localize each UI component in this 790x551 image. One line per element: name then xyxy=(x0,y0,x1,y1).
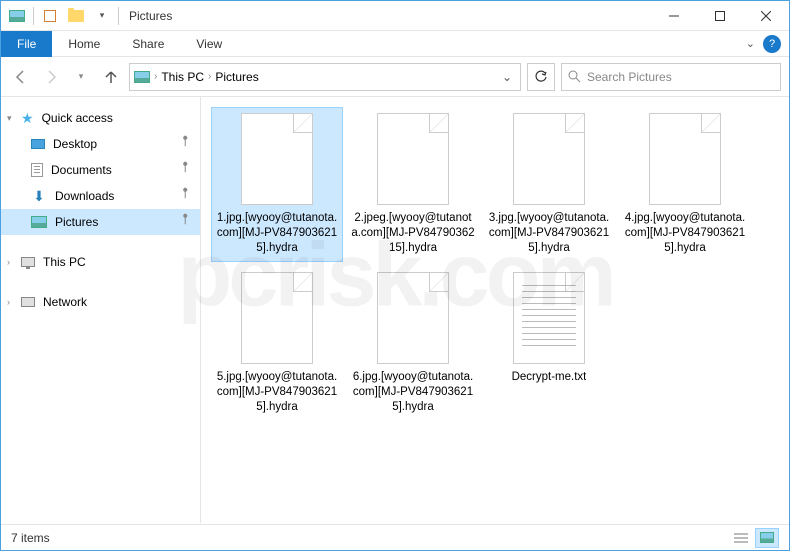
window-controls xyxy=(651,1,789,31)
star-icon: ★ xyxy=(21,110,34,127)
sidebar-item-pictures[interactable]: Pictures xyxy=(1,209,200,235)
file-item[interactable]: 6.jpg.[wyooy@tutanota.com][MJ-PV84790362… xyxy=(347,266,479,421)
file-thumbnail-icon xyxy=(241,272,313,364)
address-dropdown-icon[interactable]: ⌄ xyxy=(498,70,516,84)
file-name: 6.jpg.[wyooy@tutanota.com][MJ-PV84790362… xyxy=(351,370,475,415)
content-pane[interactable]: 1.jpg.[wyooy@tutanota.com][MJ-PV84790362… xyxy=(201,97,789,523)
details-view-button[interactable] xyxy=(729,528,753,548)
file-thumbnail-icon xyxy=(513,272,585,364)
recent-dropdown-icon[interactable]: ▾ xyxy=(69,65,93,89)
file-thumbnail-icon xyxy=(377,272,449,364)
file-grid: 1.jpg.[wyooy@tutanota.com][MJ-PV84790362… xyxy=(211,107,779,421)
nav-toolbar: ▾ › This PC › Pictures ⌄ Search Pictures xyxy=(1,57,789,97)
title-bar: ▾ Pictures xyxy=(1,1,789,31)
maximize-button[interactable] xyxy=(697,1,743,31)
sidebar-quick-access[interactable]: ▾ ★ Quick access xyxy=(1,105,200,131)
refresh-button[interactable] xyxy=(527,63,555,91)
sidebar-item-label: This PC xyxy=(43,255,86,269)
search-icon xyxy=(568,70,581,83)
tab-view[interactable]: View xyxy=(180,31,238,57)
thumbnails-view-button[interactable] xyxy=(755,528,779,548)
quick-access-toolbar: ▾ xyxy=(1,4,125,28)
search-input[interactable]: Search Pictures xyxy=(561,63,781,91)
sidebar-item-documents[interactable]: Documents xyxy=(1,157,200,183)
sidebar-item-label: Desktop xyxy=(53,137,97,151)
ribbon: File Home Share View ⌄ ? xyxy=(1,31,789,57)
sidebar-this-pc[interactable]: › This PC xyxy=(1,249,200,275)
pin-icon xyxy=(176,185,198,207)
item-count: 7 items xyxy=(11,531,50,545)
search-placeholder: Search Pictures xyxy=(587,70,672,84)
file-name: 4.jpg.[wyooy@tutanota.com][MJ-PV84790362… xyxy=(623,211,747,256)
pin-icon xyxy=(176,211,198,233)
sidebar-network[interactable]: › Network xyxy=(1,289,200,315)
file-thumbnail-icon xyxy=(513,113,585,205)
file-name: 1.jpg.[wyooy@tutanota.com][MJ-PV84790362… xyxy=(215,211,339,256)
pin-icon xyxy=(176,159,198,181)
docs-icon xyxy=(31,163,43,177)
breadcrumb-pictures[interactable]: Pictures xyxy=(215,70,258,84)
network-icon xyxy=(21,297,35,307)
address-bar[interactable]: › This PC › Pictures ⌄ xyxy=(129,63,521,91)
file-thumbnail-icon xyxy=(649,113,721,205)
minimize-button[interactable] xyxy=(651,1,697,31)
pc-icon xyxy=(21,257,35,267)
file-thumbnail-icon xyxy=(377,113,449,205)
ribbon-expand-icon[interactable]: ⌄ xyxy=(746,37,755,50)
file-tab[interactable]: File xyxy=(1,31,52,57)
sidebar-item-label: Documents xyxy=(51,163,112,177)
navigation-pane: ▾ ★ Quick access Desktop Documents ⬇ Downlo… xyxy=(1,97,201,523)
file-item[interactable]: 1.jpg.[wyooy@tutanota.com][MJ-PV84790362… xyxy=(211,107,343,262)
download-icon: ⬇ xyxy=(31,188,47,204)
file-name: Decrypt-me.txt xyxy=(512,370,587,385)
file-item[interactable]: Decrypt-me.txt xyxy=(483,266,615,421)
file-name: 2.jpeg.[wyooy@tutanota.com][MJ-PV8479036… xyxy=(351,211,475,256)
file-name: 5.jpg.[wyooy@tutanota.com][MJ-PV84790362… xyxy=(215,370,339,415)
tab-share[interactable]: Share xyxy=(116,31,180,57)
file-thumbnail-icon xyxy=(241,113,313,205)
chevron-right-icon[interactable]: › xyxy=(154,71,157,82)
chevron-right-icon[interactable]: › xyxy=(7,297,10,307)
properties-icon[interactable] xyxy=(38,4,62,28)
chevron-right-icon[interactable]: › xyxy=(7,257,10,267)
window-title: Pictures xyxy=(129,9,172,23)
explorer-icon[interactable] xyxy=(5,4,29,28)
breadcrumb-this-pc[interactable]: This PC xyxy=(161,70,204,84)
status-bar: 7 items xyxy=(1,524,789,550)
chevron-down-icon[interactable]: ▾ xyxy=(7,113,12,124)
new-folder-icon[interactable] xyxy=(64,4,88,28)
file-item[interactable]: 2.jpeg.[wyooy@tutanota.com][MJ-PV8479036… xyxy=(347,107,479,262)
sidebar-item-downloads[interactable]: ⬇ Downloads xyxy=(1,183,200,209)
pin-icon xyxy=(176,133,198,155)
file-item[interactable]: 5.jpg.[wyooy@tutanota.com][MJ-PV84790362… xyxy=(211,266,343,421)
sidebar-item-desktop[interactable]: Desktop xyxy=(1,131,200,157)
sidebar-item-label: Network xyxy=(43,295,87,309)
desktop-icon xyxy=(31,139,45,149)
body: ▾ ★ Quick access Desktop Documents ⬇ Downlo… xyxy=(1,97,789,523)
sidebar-item-label: Quick access xyxy=(42,111,113,125)
sidebar-item-label: Pictures xyxy=(55,215,98,229)
help-icon[interactable]: ? xyxy=(763,35,781,53)
pictures-icon xyxy=(31,216,47,228)
tab-home[interactable]: Home xyxy=(52,31,116,57)
chevron-right-icon[interactable]: › xyxy=(208,71,211,82)
location-icon xyxy=(134,71,150,83)
close-button[interactable] xyxy=(743,1,789,31)
back-button[interactable] xyxy=(9,65,33,89)
file-item[interactable]: 4.jpg.[wyooy@tutanota.com][MJ-PV84790362… xyxy=(619,107,751,262)
file-item[interactable]: 3.jpg.[wyooy@tutanota.com][MJ-PV84790362… xyxy=(483,107,615,262)
sidebar-item-label: Downloads xyxy=(55,189,114,203)
qat-dropdown-icon[interactable]: ▾ xyxy=(90,4,114,28)
forward-button[interactable] xyxy=(39,65,63,89)
file-name: 3.jpg.[wyooy@tutanota.com][MJ-PV84790362… xyxy=(487,211,611,256)
up-button[interactable] xyxy=(99,65,123,89)
